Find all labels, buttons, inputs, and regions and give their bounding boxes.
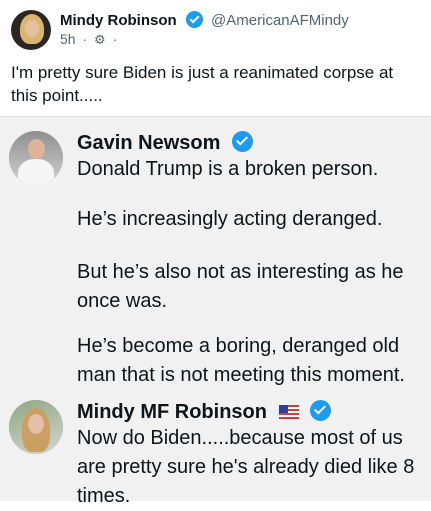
quoted-text-line-4: He’s become a boring, deranged old man t… [77,335,405,386]
quoted-author-name[interactable]: Gavin Newsom [77,132,220,154]
avatar-body [18,159,54,185]
author-name[interactable]: Mindy Robinson [60,12,177,29]
meta-separator: · [82,31,88,47]
reply-author-name[interactable]: Mindy MF Robinson [77,401,267,423]
quoted-text-line-1: Donald Trump is a broken person. [77,158,379,180]
avatar-face [28,414,44,434]
reply-author-avatar[interactable] [9,400,63,454]
post-meta: 5h · ⚙ · [60,31,120,48]
top-post: Mindy Robinson @AmericanAFMindy 5h · ⚙ ·… [0,0,431,116]
post-text: I'm pretty sure Biden is just a reanimat… [11,63,394,105]
avatar-face [25,20,39,37]
post-time[interactable]: 5h [60,31,76,47]
meta-separator-end: · [112,31,118,47]
post-author-header: Mindy Robinson @AmericanAFMindy [60,11,349,30]
quoted-author-header: Gavin Newsom [77,131,253,155]
reply-author-header: Mindy MF Robinson [77,400,332,424]
reply-text: Now do Biden.....because most of us are … [77,427,415,507]
verified-badge-icon [310,400,332,421]
verified-badge-icon [185,11,203,28]
author-avatar[interactable] [11,10,51,50]
quoted-author-avatar[interactable] [9,131,63,185]
quoted-text-line-3: But he’s also not as interesting as he o… [77,261,404,312]
quoted-post-card[interactable]: Gavin Newsom Donald Trump is a broken pe… [0,116,431,507]
verified-badge-icon [231,131,253,152]
us-flag-icon [278,405,299,419]
avatar-head [28,139,45,159]
audience-icon: ⚙ [94,32,106,47]
quoted-text-line-2: He’s increasingly acting deranged. [77,208,383,230]
author-handle[interactable]: @AmericanAFMindy [211,12,349,29]
